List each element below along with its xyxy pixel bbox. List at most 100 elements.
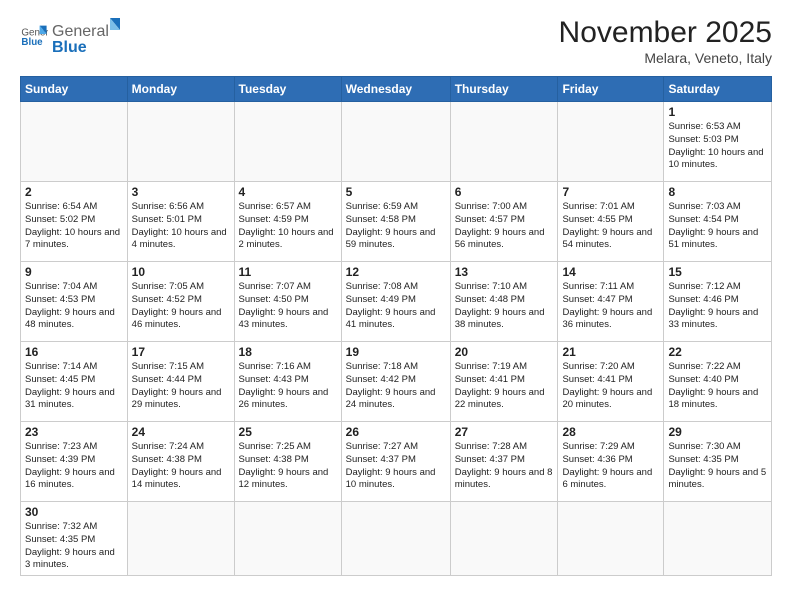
table-row: 5 Sunrise: 6:59 AM Sunset: 4:58 PM Daylig… xyxy=(341,182,450,262)
table-row: 8 Sunrise: 7:03 AM Sunset: 4:54 PM Daylig… xyxy=(664,182,772,262)
logo-text: General Blue xyxy=(52,16,112,52)
month-title: November 2025 xyxy=(559,16,772,50)
day-number: 27 xyxy=(455,425,554,439)
table-row: 4Sunrise: 6:57 AM Sunset: 4:59 PM Daylig… xyxy=(234,182,341,262)
day-info: Sunrise: 7:32 AM Sunset: 4:35 PM Dayligh… xyxy=(25,521,123,572)
day-info: Sunrise: 7:00 AM Sunset: 4:57 PM Dayligh… xyxy=(455,201,554,252)
table-row: 27 Sunrise: 7:28 AM Sunset: 4:37 PM Dayli… xyxy=(450,422,558,502)
day-info: Sunrise: 7:07 AM Sunset: 4:50 PM Dayligh… xyxy=(239,281,337,332)
day-number: 3 xyxy=(132,185,230,199)
day-info: Sunrise: 7:18 AM Sunset: 4:42 PM Dayligh… xyxy=(346,361,446,412)
table-row xyxy=(127,502,234,576)
day-number: 13 xyxy=(455,265,554,279)
day-info: Sunrise: 7:25 AM Sunset: 4:38 PM Dayligh… xyxy=(239,441,337,492)
day-number: 28 xyxy=(562,425,659,439)
day-info: Sunrise: 7:30 AM Sunset: 4:35 PM Dayligh… xyxy=(668,441,767,492)
day-number: 5 xyxy=(346,185,446,199)
table-row: 19 Sunrise: 7:18 AM Sunset: 4:42 PM Dayli… xyxy=(341,342,450,422)
day-number: 16 xyxy=(25,345,123,359)
day-number: 1 xyxy=(668,105,767,119)
day-info: Sunrise: 7:24 AM Sunset: 4:38 PM Dayligh… xyxy=(132,441,230,492)
day-number: 2 xyxy=(25,185,123,199)
col-wednesday: Wednesday xyxy=(341,77,450,102)
day-number: 25 xyxy=(239,425,337,439)
col-thursday: Thursday xyxy=(450,77,558,102)
logo: General Blue General Blue xyxy=(20,16,112,52)
title-block: November 2025 Melara, Veneto, Italy xyxy=(559,16,772,66)
day-info: Sunrise: 7:19 AM Sunset: 4:41 PM Dayligh… xyxy=(455,361,554,412)
day-info: Sunrise: 7:20 AM Sunset: 4:41 PM Dayligh… xyxy=(562,361,659,412)
day-info: Sunrise: 7:22 AM Sunset: 4:40 PM Dayligh… xyxy=(668,361,767,412)
col-monday: Monday xyxy=(127,77,234,102)
table-row: 28Sunrise: 7:29 AM Sunset: 4:36 PM Dayli… xyxy=(558,422,664,502)
day-number: 8 xyxy=(668,185,767,199)
day-info: Sunrise: 6:56 AM Sunset: 5:01 PM Dayligh… xyxy=(132,201,230,252)
day-number: 14 xyxy=(562,265,659,279)
table-row: 17 Sunrise: 7:15 AM Sunset: 4:44 PM Dayli… xyxy=(127,342,234,422)
day-info: Sunrise: 6:59 AM Sunset: 4:58 PM Dayligh… xyxy=(346,201,446,252)
table-row: 30 Sunrise: 7:32 AM Sunset: 4:35 PM Dayli… xyxy=(21,502,128,576)
col-friday: Friday xyxy=(558,77,664,102)
day-info: Sunrise: 7:03 AM Sunset: 4:54 PM Dayligh… xyxy=(668,201,767,252)
location-subtitle: Melara, Veneto, Italy xyxy=(559,50,772,66)
table-row: 13 Sunrise: 7:10 AM Sunset: 4:48 PM Dayli… xyxy=(450,262,558,342)
day-info: Sunrise: 6:54 AM Sunset: 5:02 PM Dayligh… xyxy=(25,201,123,252)
day-number: 18 xyxy=(239,345,337,359)
day-info: Sunrise: 7:12 AM Sunset: 4:46 PM Dayligh… xyxy=(668,281,767,332)
day-number: 22 xyxy=(668,345,767,359)
day-info: Sunrise: 7:28 AM Sunset: 4:37 PM Dayligh… xyxy=(455,441,554,492)
day-number: 7 xyxy=(562,185,659,199)
day-info: Sunrise: 7:08 AM Sunset: 4:49 PM Dayligh… xyxy=(346,281,446,332)
day-info: Sunrise: 7:14 AM Sunset: 4:45 PM Dayligh… xyxy=(25,361,123,412)
page: General Blue General Blue xyxy=(0,0,792,612)
table-row: 23 Sunrise: 7:23 AM Sunset: 4:39 PM Dayli… xyxy=(21,422,128,502)
table-row xyxy=(450,502,558,576)
table-row: 1 Sunrise: 6:53 AM Sunset: 5:03 PM Daylig… xyxy=(664,102,772,182)
table-row xyxy=(127,102,234,182)
table-row xyxy=(558,502,664,576)
logo-icon: General Blue xyxy=(20,20,48,48)
table-row: 18Sunrise: 7:16 AM Sunset: 4:43 PM Dayli… xyxy=(234,342,341,422)
day-info: Sunrise: 7:04 AM Sunset: 4:53 PM Dayligh… xyxy=(25,281,123,332)
day-number: 21 xyxy=(562,345,659,359)
day-number: 10 xyxy=(132,265,230,279)
day-number: 15 xyxy=(668,265,767,279)
table-row xyxy=(558,102,664,182)
day-number: 11 xyxy=(239,265,337,279)
table-row: 2 Sunrise: 6:54 AM Sunset: 5:02 PM Daylig… xyxy=(21,182,128,262)
table-row: 3 Sunrise: 6:56 AM Sunset: 5:01 PM Daylig… xyxy=(127,182,234,262)
table-row: 12 Sunrise: 7:08 AM Sunset: 4:49 PM Dayli… xyxy=(341,262,450,342)
svg-text:Blue: Blue xyxy=(52,39,87,56)
table-row: 26Sunrise: 7:27 AM Sunset: 4:37 PM Dayli… xyxy=(341,422,450,502)
day-number: 24 xyxy=(132,425,230,439)
table-row: 10Sunrise: 7:05 AM Sunset: 4:52 PM Dayli… xyxy=(127,262,234,342)
table-row xyxy=(450,102,558,182)
table-row: 21 Sunrise: 7:20 AM Sunset: 4:41 PM Dayli… xyxy=(558,342,664,422)
day-number: 12 xyxy=(346,265,446,279)
day-number: 17 xyxy=(132,345,230,359)
table-row: 14Sunrise: 7:11 AM Sunset: 4:47 PM Dayli… xyxy=(558,262,664,342)
day-info: Sunrise: 6:53 AM Sunset: 5:03 PM Dayligh… xyxy=(668,121,767,172)
day-number: 19 xyxy=(346,345,446,359)
svg-text:Blue: Blue xyxy=(21,37,43,48)
day-number: 30 xyxy=(25,505,123,519)
table-row xyxy=(341,102,450,182)
table-row: 15 Sunrise: 7:12 AM Sunset: 4:46 PM Dayli… xyxy=(664,262,772,342)
table-row xyxy=(341,502,450,576)
day-number: 20 xyxy=(455,345,554,359)
day-info: Sunrise: 7:01 AM Sunset: 4:55 PM Dayligh… xyxy=(562,201,659,252)
table-row xyxy=(234,502,341,576)
col-saturday: Saturday xyxy=(664,77,772,102)
table-row: 7 Sunrise: 7:01 AM Sunset: 4:55 PM Daylig… xyxy=(558,182,664,262)
table-row: 20 Sunrise: 7:19 AM Sunset: 4:41 PM Dayli… xyxy=(450,342,558,422)
table-row: 25 Sunrise: 7:25 AM Sunset: 4:38 PM Dayli… xyxy=(234,422,341,502)
day-info: Sunrise: 7:23 AM Sunset: 4:39 PM Dayligh… xyxy=(25,441,123,492)
day-info: Sunrise: 7:15 AM Sunset: 4:44 PM Dayligh… xyxy=(132,361,230,412)
day-number: 4 xyxy=(239,185,337,199)
day-number: 6 xyxy=(455,185,554,199)
table-row: 22 Sunrise: 7:22 AM Sunset: 4:40 PM Dayli… xyxy=(664,342,772,422)
day-number: 29 xyxy=(668,425,767,439)
table-row: 9Sunrise: 7:04 AM Sunset: 4:53 PM Daylig… xyxy=(21,262,128,342)
day-number: 23 xyxy=(25,425,123,439)
day-info: Sunrise: 7:10 AM Sunset: 4:48 PM Dayligh… xyxy=(455,281,554,332)
